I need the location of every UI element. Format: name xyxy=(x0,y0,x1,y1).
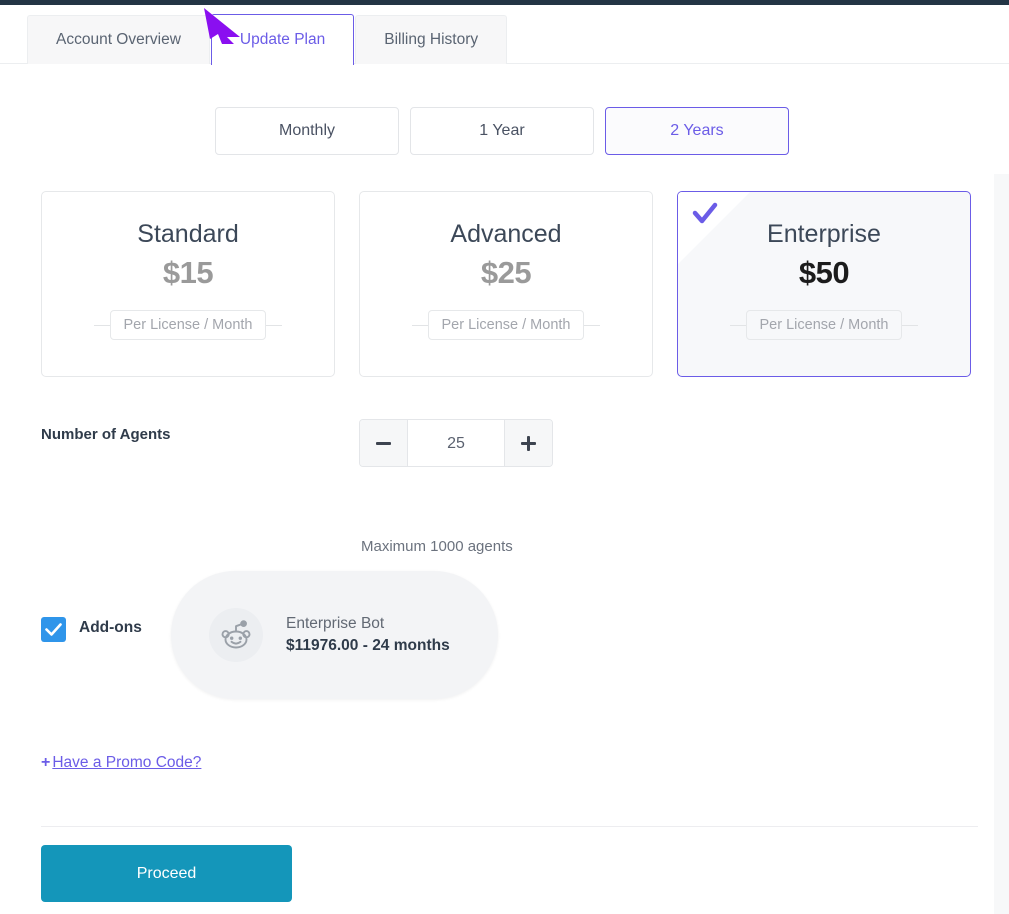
minus-icon xyxy=(376,441,391,445)
addons-checkbox[interactable] xyxy=(41,617,66,642)
plan-price: $25 xyxy=(480,255,532,290)
cycle-label: 1 Year xyxy=(479,122,525,139)
meta-line-left xyxy=(729,324,746,326)
meta-line-right xyxy=(902,324,919,326)
tab-label: Account Overview xyxy=(56,31,181,48)
plan-name: Standard xyxy=(137,220,239,248)
cycle-label: 2 Years xyxy=(670,122,724,139)
tab-account-overview[interactable]: Account Overview xyxy=(27,15,210,64)
meta-line-left xyxy=(93,324,110,326)
plan-meta-label: Per License / Month xyxy=(427,310,585,340)
tab-strip: Account Overview Update Plan Billing His… xyxy=(0,5,1009,65)
promo-code-link[interactable]: + Have a Promo Code? xyxy=(41,754,201,772)
plan-price: $15 xyxy=(162,255,214,290)
cycle-option-1-year[interactable]: 1 Year xyxy=(410,107,594,155)
plan-name: Advanced xyxy=(450,220,562,248)
plan-meta-label: Per License / Month xyxy=(745,310,903,340)
plan-meta-row: Per License / Month xyxy=(360,310,652,340)
plan-card-list: Standard $15 Per License / Month Advance… xyxy=(41,191,971,377)
tab-billing-history[interactable]: Billing History xyxy=(355,15,508,64)
agents-label: Number of Agents xyxy=(41,426,171,443)
footer-divider xyxy=(41,826,978,827)
agents-count-input[interactable] xyxy=(408,420,504,466)
plan-card-standard[interactable]: Standard $15 Per License / Month xyxy=(41,191,335,377)
proceed-button[interactable]: Proceed xyxy=(41,845,292,902)
meta-line-left xyxy=(411,324,428,326)
plan-price: $50 xyxy=(798,255,850,290)
addon-item-enterprise-bot[interactable]: Enterprise Bot $11976.00 - 24 months xyxy=(171,571,498,699)
billing-cycle-selector: Monthly 1 Year 2 Years xyxy=(215,107,789,155)
addon-price: $11976.00 - 24 months xyxy=(286,637,450,654)
cycle-option-2-years[interactable]: 2 Years xyxy=(605,107,789,155)
update-plan-panel: Monthly 1 Year 2 Years Standard $15 Per … xyxy=(0,64,1009,914)
cycle-label: Monthly xyxy=(278,122,336,139)
decrement-agents-button[interactable] xyxy=(360,420,408,466)
addon-icon-wrapper xyxy=(209,608,263,662)
addon-text-block: Enterprise Bot $11976.00 - 24 months xyxy=(286,615,450,655)
increment-agents-button[interactable] xyxy=(504,420,552,466)
tab-label: Update Plan xyxy=(239,31,326,48)
tab-update-plan[interactable]: Update Plan xyxy=(210,14,355,65)
reddit-snoo-icon xyxy=(221,620,251,649)
plus-icon xyxy=(521,435,536,451)
agents-max-note: Maximum 1000 agents xyxy=(361,538,513,555)
checkmark-icon xyxy=(45,623,62,636)
cycle-option-monthly[interactable]: Monthly xyxy=(215,107,399,155)
plan-meta-row: Per License / Month xyxy=(678,310,970,340)
meta-line-right xyxy=(266,324,283,326)
promo-code-label: Have a Promo Code? xyxy=(52,754,202,771)
tab-label: Billing History xyxy=(384,31,479,48)
plan-meta-row: Per License / Month xyxy=(42,310,334,340)
addon-title: Enterprise Bot xyxy=(286,615,385,632)
vertical-scrollbar[interactable] xyxy=(994,174,1009,914)
plan-name: Enterprise xyxy=(767,220,881,248)
plan-card-advanced[interactable]: Advanced $25 Per License / Month xyxy=(359,191,653,377)
plan-card-enterprise[interactable]: Enterprise $50 Per License / Month xyxy=(677,191,971,377)
plan-meta-label: Per License / Month xyxy=(109,310,267,340)
meta-line-right xyxy=(584,324,601,326)
addons-label: Add-ons xyxy=(79,619,142,636)
plus-icon: + xyxy=(41,754,51,771)
agents-stepper xyxy=(359,419,553,467)
tab-list: Account Overview Update Plan Billing His… xyxy=(27,14,508,65)
